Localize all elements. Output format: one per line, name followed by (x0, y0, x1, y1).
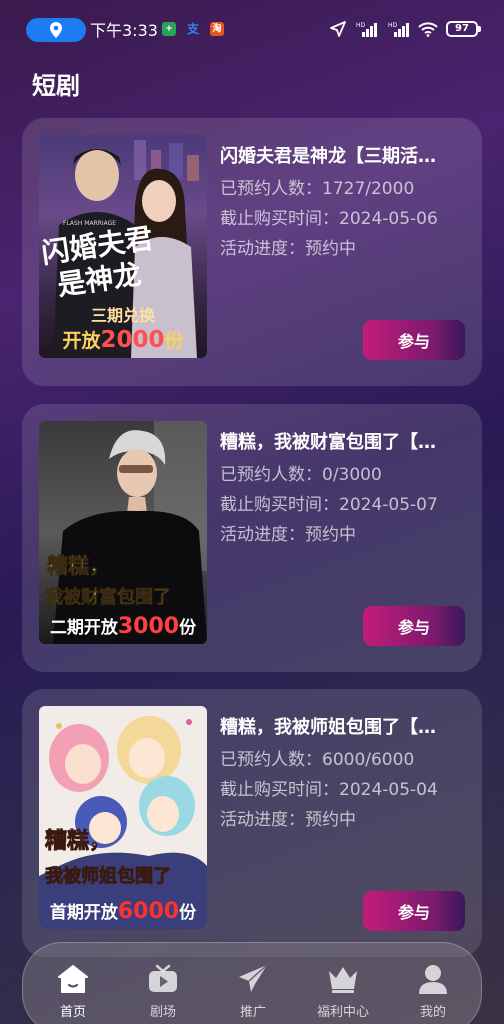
battery-indicator: 97 (446, 21, 481, 37)
tab-label: 首页 (59, 1005, 86, 1020)
drama-cover-image[interactable]: 糟糕， 我被财富包围了 二期开放3000份 (39, 421, 207, 644)
reserved-count: 已预约人数：0/3000 (220, 465, 382, 485)
reserved-count: 已预约人数：6000/6000 (220, 750, 415, 770)
drama-title[interactable]: 闪婚夫君是神龙【三期活… (220, 142, 465, 168)
svg-text:HD: HD (356, 22, 366, 29)
tab-promote[interactable]: 推广 (213, 943, 293, 1024)
taobao-notification-icon: 淘 (210, 22, 224, 36)
deadline-text: 截止购买时间：2024-05-07 (220, 495, 438, 515)
cover-small-caption: FLASH MARRIAGE (63, 220, 116, 227)
location-indicator[interactable] (26, 18, 86, 42)
theater-icon (149, 964, 177, 992)
cover-title-line2: 我被财富包围了 (45, 586, 171, 608)
svg-text:HD: HD (388, 22, 398, 29)
progress-status: 活动进度：预约中 (220, 525, 356, 545)
deadline-text: 截止购买时间：2024-05-04 (220, 780, 438, 800)
drama-card[interactable]: 糟糕， 我被财富包围了 二期开放3000份 糟糕，我被财富包围了【… 已预约人数… (22, 404, 482, 672)
svg-text:首期开放6000份: 首期开放6000份 (50, 899, 197, 924)
join-button[interactable]: 参与 (363, 606, 465, 646)
bottom-tab-bar: 首页 剧场 推广 福利中心 我的 (22, 942, 482, 1024)
progress-status: 活动进度：预约中 (220, 239, 356, 259)
cover-subtitle: 三期兑换 (91, 306, 156, 325)
send-icon (239, 964, 268, 992)
tab-theater[interactable]: 剧场 (123, 943, 203, 1024)
wifi-icon (418, 22, 438, 37)
user-icon (419, 965, 447, 994)
svg-text:二期开放3000份: 二期开放3000份 (50, 614, 197, 639)
tab-label: 我的 (419, 1005, 446, 1020)
app-notification-icon: + (162, 22, 176, 36)
drama-cover-image[interactable]: 糟糕， 我被师姐包围了 首期开放6000份 (39, 706, 207, 929)
signal-icon: HD (356, 22, 377, 37)
tab-welfare[interactable]: 福利中心 (303, 943, 383, 1024)
navigation-arrow-icon (330, 21, 346, 37)
cover-title-line1: 糟糕， (47, 553, 110, 578)
drama-title[interactable]: 糟糕，我被师姐包围了【… (220, 713, 465, 739)
alipay-notification-icon: 支 (186, 22, 199, 36)
drama-card[interactable]: FLASH MARRIAGE 闪婚夫君 是神龙 三期兑换 开放2000份 闪婚夫… (22, 118, 482, 386)
progress-status: 活动进度：预约中 (220, 810, 356, 830)
svg-text:开放2000份: 开放2000份 (62, 327, 184, 353)
tab-label: 推广 (239, 1005, 266, 1020)
cover-title-line2: 我被师姐包围了 (45, 865, 171, 887)
page-title: 短剧 (32, 72, 80, 100)
home-icon (58, 965, 88, 993)
status-time: 下午3:33 (90, 21, 158, 40)
location-pin-icon (50, 22, 62, 38)
drama-cover-image[interactable]: FLASH MARRIAGE 闪婚夫君 是神龙 三期兑换 开放2000份 (39, 135, 207, 358)
drama-card[interactable]: 糟糕， 我被师姐包围了 首期开放6000份 糟糕，我被师姐包围了【… 已预约人数… (22, 689, 482, 957)
tab-home[interactable]: 首页 (33, 943, 113, 1024)
drama-title[interactable]: 糟糕，我被财富包围了【… (220, 428, 465, 454)
crown-icon (329, 967, 357, 993)
tab-mine[interactable]: 我的 (393, 943, 473, 1024)
tab-label: 剧场 (149, 1005, 176, 1020)
tab-label: 福利中心 (316, 1005, 369, 1020)
signal-icon-2: HD (388, 22, 409, 37)
join-button[interactable]: 参与 (363, 891, 465, 931)
deadline-text: 截止购买时间：2024-05-06 (220, 209, 438, 229)
join-button[interactable]: 参与 (363, 320, 465, 360)
reserved-count: 已预约人数：1727/2000 (220, 179, 415, 199)
cover-title-line1: 糟糕， (45, 828, 111, 854)
status-bar: 下午3:33 + 支 淘 HD HD 97 (0, 0, 504, 56)
